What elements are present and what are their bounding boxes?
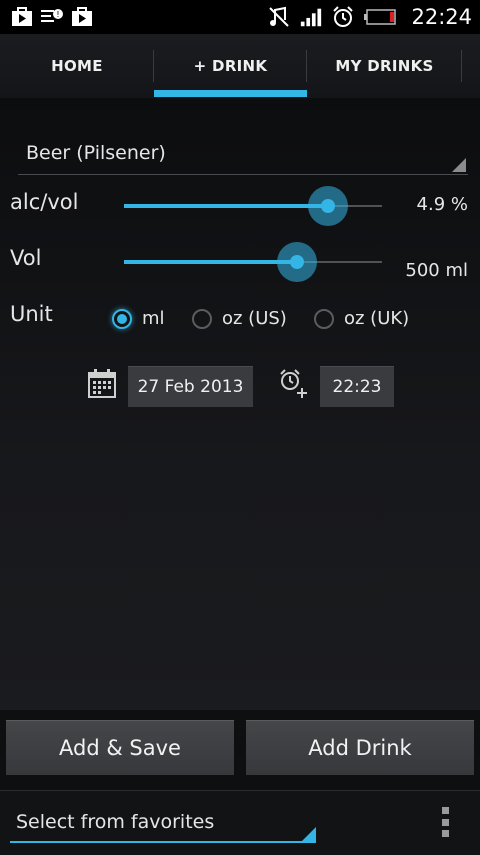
overflow-dot	[442, 830, 449, 837]
slider-track-fill	[124, 260, 297, 264]
svg-text:!: !	[56, 10, 59, 19]
unit-radio-group: ml oz (US) oz (UK)	[112, 308, 472, 338]
unit-radio-ml[interactable]: ml	[112, 308, 165, 329]
calendar-icon	[86, 368, 118, 400]
radio-circle[interactable]	[192, 308, 212, 329]
unit-option-label: oz (US)	[222, 308, 287, 329]
play-store-icon	[70, 6, 94, 28]
dropdown-triangle-icon	[302, 827, 316, 841]
overflow-dot	[442, 818, 449, 826]
time-picker-button[interactable]: 22:23	[320, 366, 394, 407]
favorites-spinner-label: Select from favorites	[16, 811, 215, 833]
date-picker-button[interactable]: 27 Feb 2013	[128, 366, 253, 407]
alarm-add-icon	[278, 368, 310, 400]
radio-circle[interactable]	[314, 308, 334, 329]
overflow-dot	[442, 807, 449, 814]
unit-option-label: ml	[142, 308, 165, 329]
vol-label: Vol	[10, 246, 42, 270]
drink-type-value: Beer (Pilsener)	[26, 142, 166, 164]
overflow-menu-icon[interactable]	[442, 807, 452, 837]
unit-radio-oz-uk[interactable]: oz (UK)	[314, 308, 409, 329]
favorites-bar: Select from favorites	[0, 790, 480, 855]
unit-option-label: oz (UK)	[344, 308, 410, 329]
play-store-icon	[10, 6, 34, 28]
unit-radio-oz-us[interactable]: oz (US)	[192, 308, 287, 329]
tab-add-drink[interactable]: + DRINK	[154, 34, 307, 98]
add-and-save-button[interactable]: Add & Save	[6, 720, 234, 775]
radio-circle[interactable]	[112, 308, 132, 329]
favorites-spinner[interactable]: Select from favorites	[10, 805, 316, 843]
alarm-icon	[331, 6, 355, 28]
unit-label: Unit	[10, 302, 53, 326]
slider-track-fill	[124, 204, 328, 208]
notification-icon: !	[40, 6, 64, 28]
add-drink-form: Beer (Pilsener) alc/vol 4.9 % Vol 500 ml…	[0, 98, 480, 710]
battery-icon	[363, 6, 397, 28]
tab-bar: HOME + DRINK MY DRINKS	[0, 34, 480, 99]
tab-selected-indicator	[154, 90, 307, 97]
alc-vol-label: alc/vol	[10, 190, 79, 214]
mute-icon	[267, 6, 291, 28]
add-drink-button[interactable]: Add Drink	[246, 720, 474, 775]
status-clock: 22:24	[411, 5, 472, 29]
alc-vol-value: 4.9 %	[416, 194, 468, 215]
drink-type-spinner[interactable]: Beer (Pilsener)	[18, 134, 468, 175]
slider-thumb[interactable]	[290, 255, 304, 269]
date-time-row: 27 Feb 2013 22:23	[0, 366, 480, 408]
alc-vol-slider[interactable]	[124, 186, 382, 226]
status-bar: ! 22:24	[0, 0, 480, 34]
slider-thumb[interactable]	[321, 199, 335, 213]
signal-icon	[299, 6, 323, 28]
vol-slider[interactable]	[124, 242, 382, 282]
dropdown-triangle-icon	[452, 158, 466, 172]
action-button-bar: Add & Save Add Drink	[0, 720, 480, 780]
tab-home[interactable]: HOME	[0, 34, 154, 98]
vol-value: 500 ml	[405, 260, 468, 281]
tab-my-drinks[interactable]: MY DRINKS	[307, 34, 462, 98]
